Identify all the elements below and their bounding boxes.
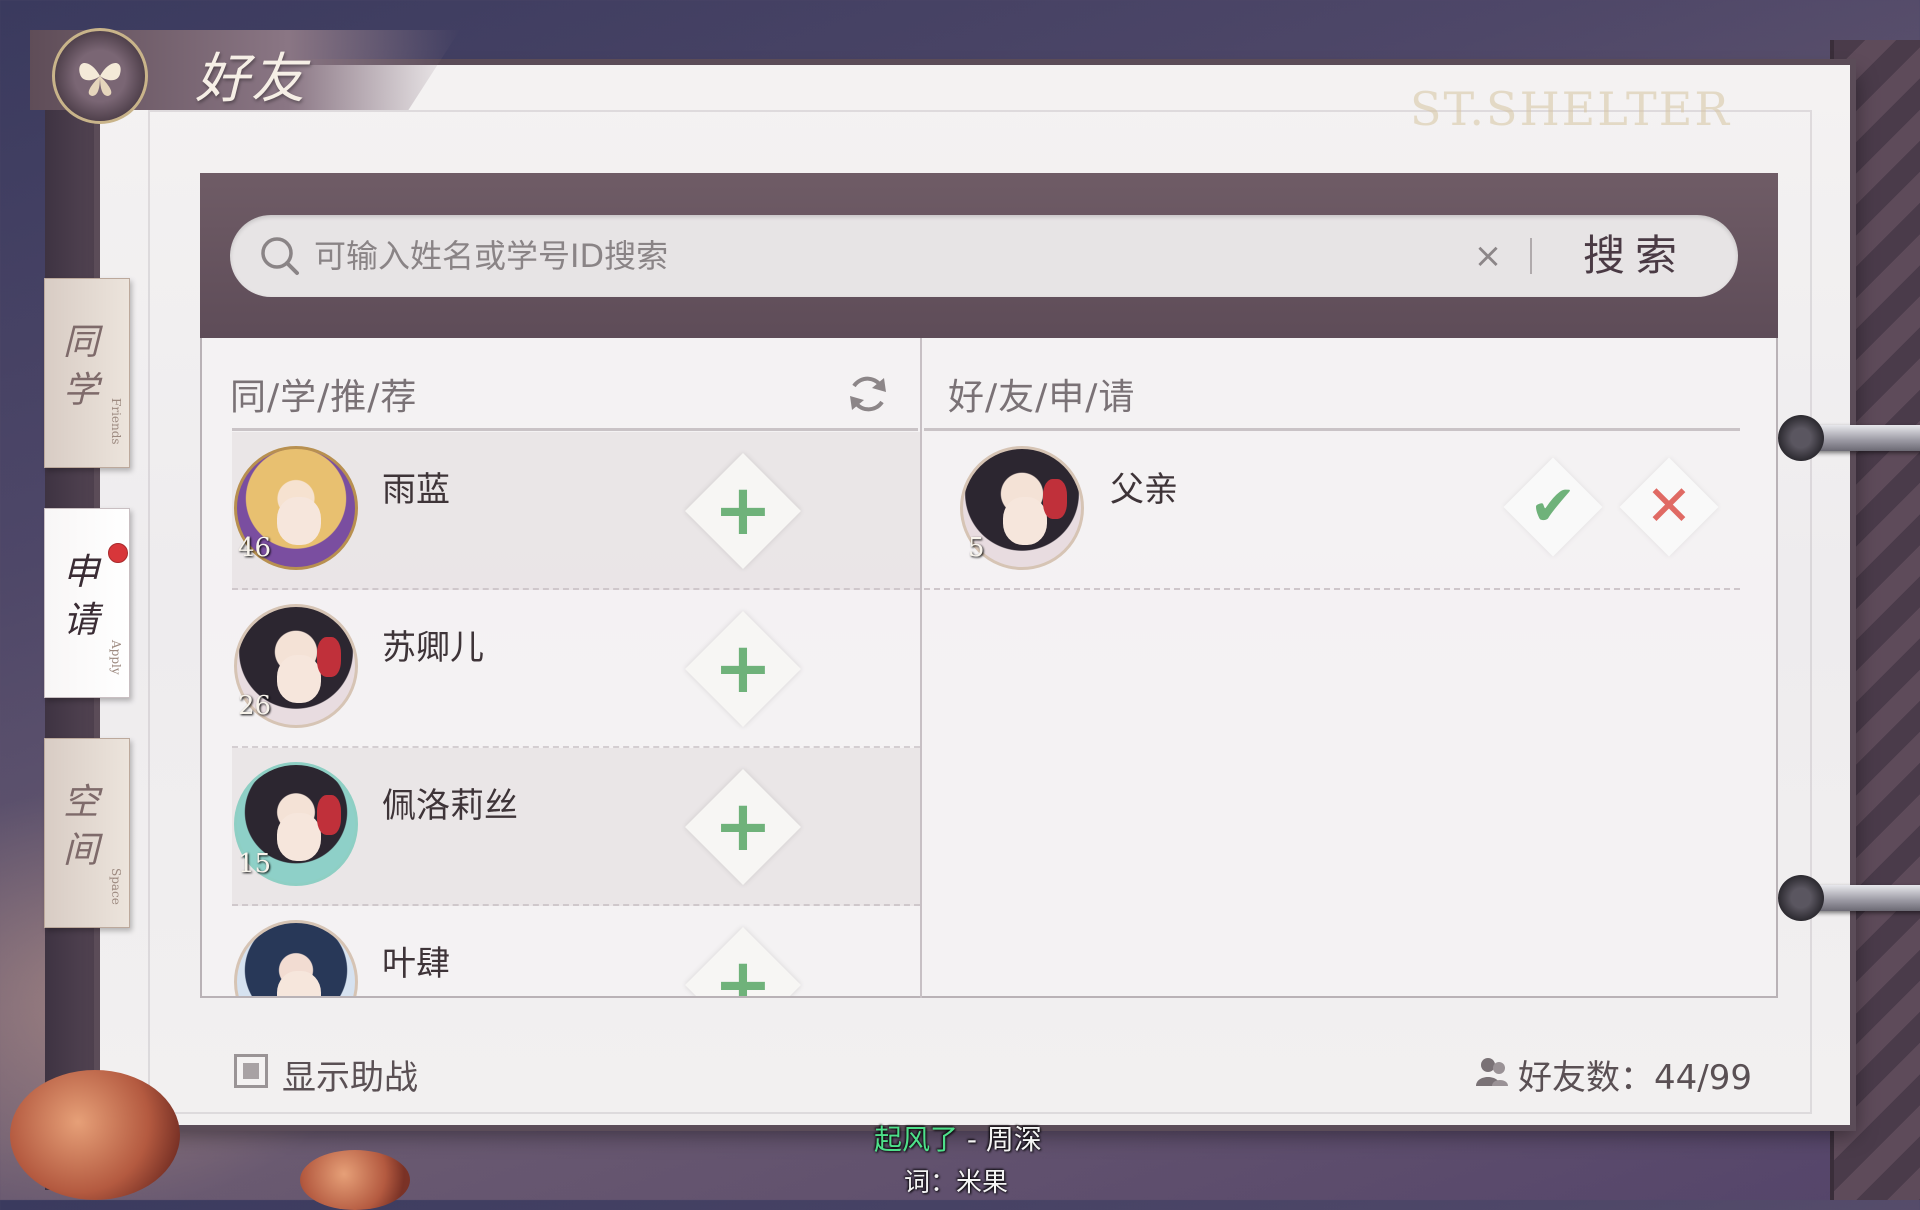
friend-count-label: 好友数： [1518, 1058, 1654, 1098]
butterfly-emblem-icon [52, 28, 148, 124]
avatar-face [277, 971, 321, 996]
tab-sublabel: Space [109, 868, 123, 905]
level-badge: 46 [238, 533, 272, 563]
lyric-artist: - 周深 [958, 1123, 1042, 1156]
search-divider [1530, 238, 1532, 274]
list-item: 26 苏卿儿 + [232, 590, 920, 748]
tab-apply[interactable]: 申请 Apply [44, 508, 130, 698]
close-icon: ✕ [1645, 474, 1693, 539]
lyric-song-title: 起风了 [874, 1123, 959, 1156]
friend-name: 父亲 [1110, 470, 1178, 510]
friend-name: 佩洛莉丝 [382, 786, 518, 826]
search-icon [261, 237, 299, 275]
tab-sublabel: Apply [109, 640, 123, 675]
flower-icon [317, 637, 341, 677]
rose-decoration [300, 1150, 410, 1210]
check-icon: ✔ [1529, 474, 1577, 539]
tab-label: 同学 [62, 322, 99, 411]
friend-name: 苏卿儿 [382, 628, 484, 668]
requests-section-title: 好/友/申/请 [948, 377, 1136, 418]
show-assist-label: 显示助战 [282, 1058, 418, 1098]
friend-name: 雨蓝 [382, 470, 450, 510]
notification-dot [108, 543, 128, 563]
tab-classmates[interactable]: 同学 Friends [44, 278, 130, 468]
avatar[interactable] [234, 920, 358, 996]
friend-count-value: 44/99 [1654, 1058, 1752, 1098]
tab-label: 申请 [62, 552, 99, 641]
school-logo: ST.SHELTER [1410, 82, 1731, 136]
plus-icon: + [713, 627, 773, 709]
list-item: 叶肆 + [232, 906, 920, 996]
column-divider [920, 338, 922, 998]
avatar-face [1003, 497, 1047, 545]
plus-icon: + [713, 943, 773, 996]
list-item: 46 雨蓝 + [232, 432, 920, 590]
section-underline [232, 428, 918, 431]
search-placeholder: 可输入姓名或学号ID搜索 [314, 237, 669, 275]
avatar-face [277, 813, 321, 861]
binder-ring-top [1778, 415, 1920, 461]
section-underline [924, 428, 1740, 431]
plus-icon: + [713, 785, 773, 867]
lyric-line-2: 词：米果 [904, 1168, 1009, 1198]
plus-icon: + [713, 469, 773, 551]
page-title: 好友 [195, 47, 307, 110]
level-badge: 26 [238, 691, 272, 721]
search-button[interactable]: 搜索 [1560, 226, 1710, 286]
friends-icon [1476, 1058, 1508, 1086]
recommend-list[interactable]: 46 雨蓝 + 26 苏卿儿 + 15 佩洛莉丝 + 叶肆 + [232, 432, 920, 996]
lyric-line-1: 起风了 - 周深 [874, 1118, 1042, 1158]
clear-search-button[interactable]: × [1468, 236, 1508, 276]
request-item: 5 父亲 ✔ ✕ [924, 432, 1740, 590]
friend-count: 好友数：44/99 [1518, 1050, 1752, 1099]
binder-ring-bottom [1778, 875, 1920, 921]
list-item: 15 佩洛莉丝 + [232, 748, 920, 906]
rose-decoration [10, 1070, 180, 1200]
tab-sublabel: Friends [109, 398, 123, 445]
level-badge: 15 [238, 849, 272, 879]
tab-label: 空间 [62, 782, 99, 871]
flower-icon [1043, 479, 1067, 519]
friend-name: 叶肆 [382, 944, 450, 984]
refresh-icon[interactable] [842, 368, 894, 420]
recommend-section-title: 同/学/推/荐 [230, 377, 418, 418]
flower-icon [317, 795, 341, 835]
show-assist-checkbox[interactable] [234, 1054, 268, 1088]
avatar-face [277, 497, 321, 545]
level-badge: 5 [968, 533, 985, 563]
avatar-face [277, 655, 321, 703]
tab-space[interactable]: 空间 Space [44, 738, 130, 928]
